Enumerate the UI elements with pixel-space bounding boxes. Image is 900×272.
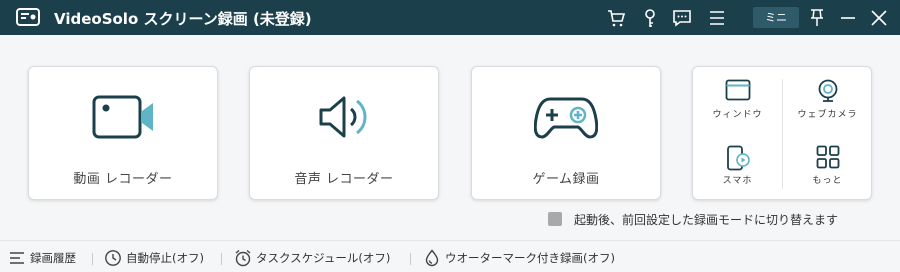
phone-recorder-item[interactable]: スマホ <box>693 133 782 199</box>
mini-mode-button[interactable]: ミニ <box>753 7 799 28</box>
drop-icon <box>425 249 439 267</box>
video-recorder-label: 動画 レコーダー <box>73 172 173 187</box>
webcam-recorder-label: ウェブカメラ <box>797 110 858 120</box>
separator <box>92 253 93 265</box>
alarm-icon <box>235 249 251 267</box>
watermark-recording-label: ウオーターマーク付き録画(オフ) <box>445 251 615 265</box>
task-schedule-label: タスクスケジュール(オフ) <box>256 251 391 265</box>
pin-icon[interactable] <box>807 8 827 28</box>
remember-mode-checkbox[interactable] <box>548 212 562 226</box>
webcam-recorder-item[interactable]: ウェブカメラ <box>783 67 872 133</box>
app-logo-icon <box>16 7 40 27</box>
menu-icon[interactable] <box>707 8 727 28</box>
list-icon <box>10 252 24 264</box>
grid-icon <box>816 145 840 173</box>
more-tools-label: もっと <box>812 176 843 186</box>
separator <box>221 253 222 265</box>
window-recorder-label: ウィンドウ <box>712 110 763 120</box>
more-tools-item[interactable]: もっと <box>783 133 872 199</box>
feedback-icon[interactable] <box>672 8 692 28</box>
game-recorder-card[interactable]: ゲーム録画 <box>471 66 661 200</box>
phone-recorder-label: スマホ <box>722 176 753 186</box>
video-recorder-card[interactable]: 動画 レコーダー <box>28 66 218 200</box>
phone-icon <box>725 145 751 175</box>
audio-recorder-card[interactable]: 音声 レコーダー <box>249 66 439 200</box>
game-recorder-label: ゲーム録画 <box>532 172 600 187</box>
auto-stop-label: 自動停止(オフ) <box>126 251 204 265</box>
bottom-toolbar: 録画履歴 自動停止(オフ) タスクスケジュール(オフ) ウオーターマーク付き録画… <box>0 240 900 272</box>
key-icon[interactable] <box>640 8 660 28</box>
speaker-icon <box>317 93 371 145</box>
clock-icon <box>105 250 121 266</box>
app-title: VideoSolo スクリーン録画 (未登録) <box>54 10 312 28</box>
audio-recorder-label: 音声 レコーダー <box>294 172 394 187</box>
gamepad-icon <box>533 93 599 145</box>
minimize-icon[interactable] <box>838 8 858 28</box>
close-icon[interactable] <box>869 8 889 28</box>
webcam-icon <box>816 79 840 107</box>
recording-history-label: 録画履歴 <box>30 251 76 265</box>
title-bar: VideoSolo スクリーン録画 (未登録) ミニ <box>0 0 900 35</box>
more-recorders-panel: ウィンドウ ウェブカメラ スマホ もっと <box>692 66 872 200</box>
video-camera-icon <box>91 93 155 145</box>
window-recorder-item[interactable]: ウィンドウ <box>693 67 782 133</box>
remember-mode-label: 起動後、前回設定した録画モードに切り替えます <box>574 213 839 227</box>
cart-icon[interactable] <box>606 8 626 28</box>
separator <box>410 253 411 265</box>
window-icon <box>725 79 751 105</box>
